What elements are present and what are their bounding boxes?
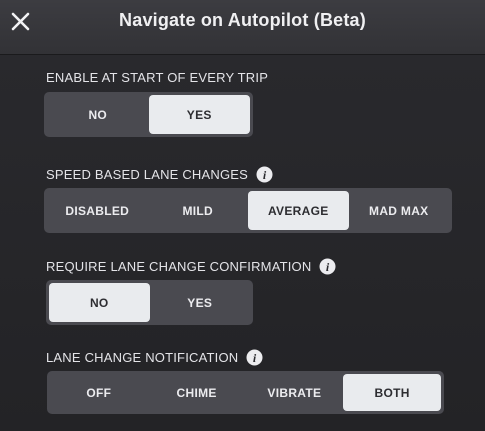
header-bar: Navigate on Autopilot (Beta) — [0, 0, 485, 55]
info-icon[interactable]: i — [246, 349, 263, 366]
speed-lane-option-average[interactable]: AVERAGE — [248, 191, 349, 230]
info-icon[interactable]: i — [256, 166, 273, 183]
section-label-lane-notification: LANE CHANGE NOTIFICATION i — [46, 349, 263, 366]
enable-start-option-no[interactable]: NO — [47, 95, 149, 134]
lane-notification-option-both[interactable]: BOTH — [343, 374, 441, 411]
section-label-speed-lane: SPEED BASED LANE CHANGES i — [46, 166, 273, 183]
speed-lane-option-mad-max[interactable]: MAD MAX — [349, 191, 450, 230]
enable-start-control: NO YES — [44, 92, 253, 137]
svg-text:i: i — [326, 260, 330, 274]
section-label-enable-start: ENABLE AT START OF EVERY TRIP — [46, 70, 268, 85]
svg-text:i: i — [263, 168, 267, 182]
section-label-text: ENABLE AT START OF EVERY TRIP — [46, 70, 269, 85]
svg-text:i: i — [253, 351, 257, 365]
speed-lane-option-mild[interactable]: MILD — [148, 191, 249, 230]
info-icon[interactable]: i — [319, 258, 336, 275]
section-label-text: SPEED BASED LANE CHANGES — [46, 167, 249, 182]
enable-start-option-yes[interactable]: YES — [148, 95, 250, 134]
lane-notification-control: OFF CHIME VIBRATE BOTH — [47, 371, 444, 414]
page-title: Navigate on Autopilot (Beta) — [119, 10, 366, 30]
require-confirmation-control: NO YES — [46, 280, 253, 325]
lane-notification-option-off[interactable]: OFF — [50, 374, 148, 411]
section-label-text: REQUIRE LANE CHANGE CONFIRMATION — [46, 259, 312, 274]
section-label-require-confirmation: REQUIRE LANE CHANGE CONFIRMATION i — [46, 258, 336, 275]
require-confirmation-option-yes[interactable]: YES — [150, 283, 251, 322]
lane-notification-option-vibrate[interactable]: VIBRATE — [246, 374, 344, 411]
speed-lane-option-disabled[interactable]: DISABLED — [47, 191, 148, 230]
section-label-text: LANE CHANGE NOTIFICATION — [46, 350, 239, 365]
speed-lane-control: DISABLED MILD AVERAGE MAD MAX — [44, 188, 452, 233]
require-confirmation-option-no[interactable]: NO — [49, 283, 150, 322]
lane-notification-option-chime[interactable]: CHIME — [148, 374, 246, 411]
autopilot-settings-screen: Navigate on Autopilot (Beta) ENABLE AT S… — [0, 0, 485, 431]
